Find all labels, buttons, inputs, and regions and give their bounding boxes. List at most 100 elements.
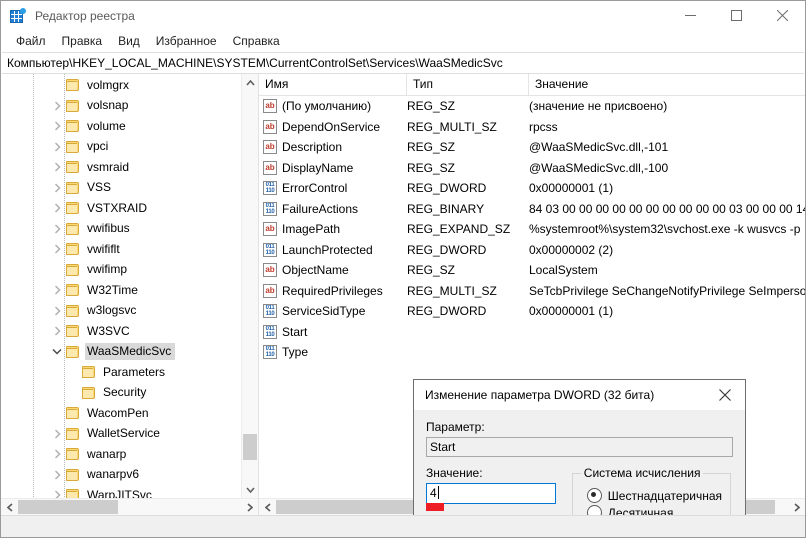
- cell-name: ab DependOnService: [259, 119, 407, 134]
- chevron-right-icon[interactable]: [49, 118, 65, 134]
- tree-node-label: WalletService: [87, 426, 160, 441]
- table-row[interactable]: ab ObjectName REG_SZ LocalSystem: [259, 260, 805, 281]
- chevron-right-icon[interactable]: [49, 323, 65, 339]
- tree-node[interactable]: WarpJITSvc: [1, 485, 237, 498]
- tree-hscroll-thumb[interactable]: [18, 500, 118, 514]
- tree-node[interactable]: volmgrx: [1, 75, 237, 96]
- menu-edit[interactable]: Правка: [54, 32, 111, 50]
- chevron-right-icon[interactable]: [49, 426, 65, 442]
- table-row[interactable]: ab DisplayName REG_SZ @WaaSMedicSvc.dll,-10…: [259, 158, 805, 179]
- value-and-base-row: Значение: 4 Система исчисления Шестнадца…: [426, 466, 733, 515]
- tree-node[interactable]: vwifimp: [1, 260, 237, 281]
- value-name-label: DependOnService: [282, 119, 381, 134]
- table-row[interactable]: ab (По умолчанию) REG_SZ (значение не присв…: [259, 96, 805, 117]
- tree-node[interactable]: vwifibus: [1, 219, 237, 240]
- column-header-name[interactable]: Имя: [259, 74, 407, 95]
- value-input[interactable]: 4: [426, 483, 556, 504]
- radio-hexadecimal-icon[interactable]: [586, 488, 602, 503]
- chevron-right-icon[interactable]: [49, 241, 65, 257]
- tree-node[interactable]: VSTXRAID: [1, 198, 237, 219]
- chevron-down-icon[interactable]: [49, 344, 65, 360]
- chevron-right-icon[interactable]: [49, 303, 65, 319]
- dialog-close-icon[interactable]: [705, 380, 745, 410]
- radio-hexadecimal[interactable]: Шестнадцатеричная: [586, 488, 722, 503]
- string-value-icon: ab: [263, 160, 277, 175]
- tree-node[interactable]: WaaSMedicSvc: [1, 342, 237, 363]
- tree-node[interactable]: Parameters: [1, 362, 237, 383]
- tree-vertical-scrollbar[interactable]: [241, 74, 258, 498]
- tree-node[interactable]: W32Time: [1, 280, 237, 301]
- chevron-right-icon[interactable]: [49, 159, 65, 175]
- minimize-button[interactable]: [667, 1, 713, 30]
- tree-node[interactable]: volume: [1, 116, 237, 137]
- tree-horizontal-scrollbar[interactable]: [1, 498, 258, 515]
- cell-value: (значение не присвоено): [529, 99, 668, 114]
- folder-icon: [65, 242, 81, 256]
- tree-node[interactable]: volsnap: [1, 96, 237, 117]
- string-value-icon: ab: [263, 99, 277, 114]
- column-header-type[interactable]: Тип: [407, 74, 529, 95]
- tree-node[interactable]: WalletService: [1, 424, 237, 445]
- table-row[interactable]: 011 110 Type: [259, 342, 805, 363]
- address-path[interactable]: Компьютер\HKEY_LOCAL_MACHINE\SYSTEM\Curr…: [2, 56, 503, 70]
- table-row[interactable]: 011 110 LaunchProtected REG_DWORD 0x00000002…: [259, 240, 805, 261]
- radio-decimal-icon[interactable]: [586, 505, 602, 515]
- chevron-right-icon[interactable]: [49, 139, 65, 155]
- scroll-right-arrow[interactable]: [241, 499, 258, 515]
- list-scroll-left-arrow[interactable]: [259, 499, 276, 515]
- tree-node[interactable]: w3logsvc: [1, 301, 237, 322]
- tree-node[interactable]: W3SVC: [1, 321, 237, 342]
- maximize-button[interactable]: [713, 1, 759, 30]
- chevron-right-icon[interactable]: [49, 221, 65, 237]
- menu-favorites[interactable]: Избранное: [148, 32, 225, 50]
- menu-view[interactable]: Вид: [110, 32, 148, 50]
- menu-file[interactable]: Файл: [8, 32, 54, 50]
- tree-node-label: volsnap: [87, 98, 129, 113]
- chevron-right-icon[interactable]: [49, 98, 65, 114]
- tree-node[interactable]: wanarpv6: [1, 465, 237, 486]
- folder-icon: [65, 283, 81, 297]
- address-bar[interactable]: Компьютер\HKEY_LOCAL_MACHINE\SYSTEM\Curr…: [2, 52, 804, 74]
- table-row[interactable]: 011 110 ServiceSidType REG_DWORD 0x00000001 …: [259, 301, 805, 322]
- close-button[interactable]: [759, 1, 805, 30]
- scroll-up-arrow[interactable]: [242, 74, 258, 91]
- scroll-down-arrow[interactable]: [242, 481, 258, 498]
- folder-icon: [65, 345, 81, 359]
- tree-scroll-thumb[interactable]: [243, 434, 257, 460]
- param-name-field: Start: [426, 437, 733, 457]
- chevron-right-icon[interactable]: [49, 446, 65, 462]
- chevron-right-icon[interactable]: [49, 282, 65, 298]
- chevron-right-icon[interactable]: [49, 200, 65, 216]
- chevron-right-icon[interactable]: [49, 467, 65, 483]
- list-scroll-right-arrow[interactable]: [788, 499, 805, 515]
- tree-node[interactable]: wanarp: [1, 444, 237, 465]
- tree-node[interactable]: vwififlt: [1, 239, 237, 260]
- radio-decimal[interactable]: Десятичная: [586, 505, 722, 516]
- menu-help[interactable]: Справка: [225, 32, 288, 50]
- cell-name: 011 110 LaunchProtected: [259, 242, 407, 257]
- tree-node-label: VSTXRAID: [87, 200, 148, 215]
- tree-node[interactable]: VSS: [1, 178, 237, 199]
- tree-node[interactable]: Security: [1, 383, 237, 404]
- string-value-icon: ab: [263, 263, 277, 278]
- table-row[interactable]: ab ImagePath REG_EXPAND_SZ %systemroot%\sys…: [259, 219, 805, 240]
- table-row[interactable]: 011 110 Start: [259, 322, 805, 343]
- dword-value-icon: 011 110: [263, 201, 277, 216]
- radio-decimal-label: Десятичная: [607, 505, 674, 516]
- table-row[interactable]: ab Description REG_SZ @WaaSMedicSvc.dll,-10…: [259, 137, 805, 158]
- table-row[interactable]: ab RequiredPrivileges REG_MULTI_SZ SeTcbPri…: [259, 281, 805, 302]
- table-row[interactable]: 011 110 ErrorControl REG_DWORD 0x00000001 (1…: [259, 178, 805, 199]
- radio-hexadecimal-label: Шестнадцатеричная: [607, 488, 722, 503]
- cell-name: ab ImagePath: [259, 222, 407, 237]
- column-header-value[interactable]: Значение: [529, 74, 805, 95]
- tree-node[interactable]: vsmraid: [1, 157, 237, 178]
- tree-node[interactable]: vpci: [1, 137, 237, 158]
- tree-node[interactable]: WacomPen: [1, 403, 237, 424]
- table-row[interactable]: 011 110 FailureActions REG_BINARY 84 03 00 0…: [259, 199, 805, 220]
- scroll-left-arrow[interactable]: [1, 499, 18, 515]
- folder-icon: [65, 488, 81, 498]
- table-row[interactable]: ab DependOnService REG_MULTI_SZ rpcss: [259, 117, 805, 138]
- chevron-right-icon[interactable]: [49, 180, 65, 196]
- chevron-right-icon[interactable]: [49, 487, 65, 498]
